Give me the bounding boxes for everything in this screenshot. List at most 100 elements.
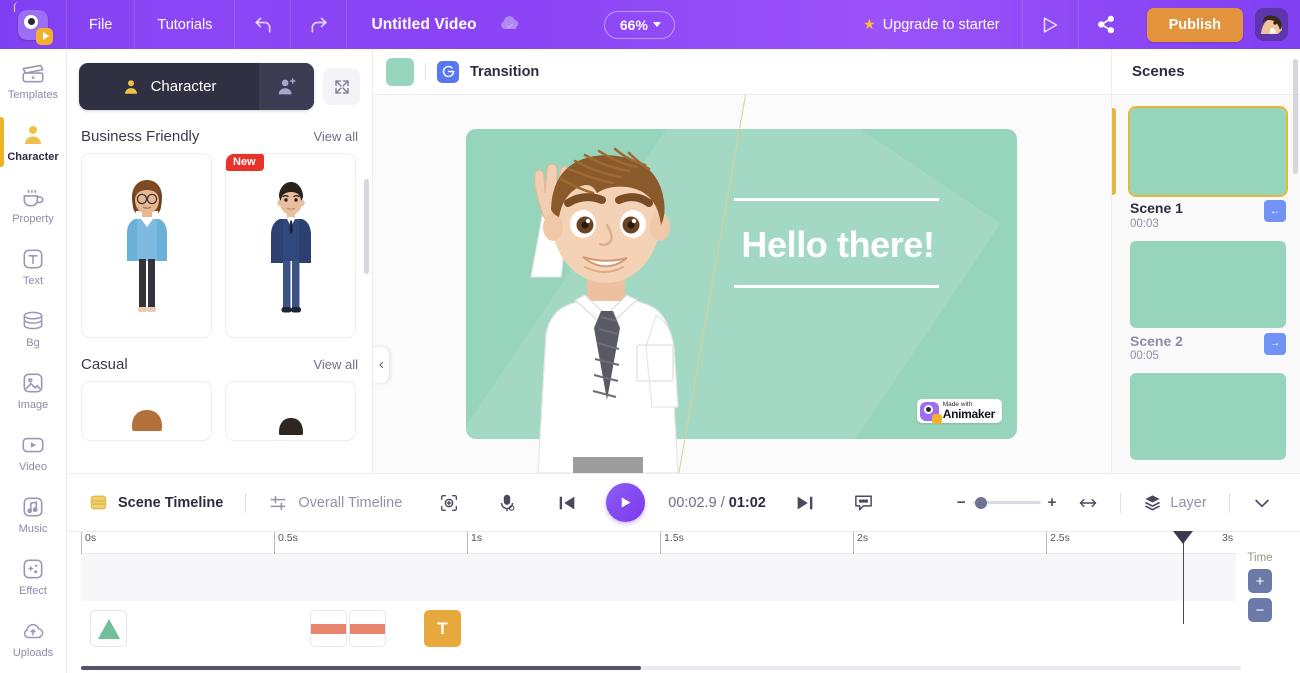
sidebar-item-templates[interactable]: Templates <box>0 49 66 111</box>
menu-tutorials[interactable]: Tutorials <box>135 0 236 49</box>
upgrade-label: Upgrade to starter <box>882 16 1000 33</box>
transition-icon[interactable] <box>437 60 459 83</box>
library-section-header: Business Friendly View all <box>67 110 372 153</box>
sidebar-item-music[interactable]: Music <box>0 483 66 545</box>
templates-icon <box>20 60 46 86</box>
sidebar-item-label: Templates <box>7 88 59 101</box>
fit-width-icon[interactable] <box>1078 493 1098 513</box>
timeline-item-clip-1[interactable] <box>310 610 347 647</box>
expand-arrows-icon[interactable] <box>323 68 360 105</box>
layer-button[interactable]: Layer <box>1143 493 1207 512</box>
document-title[interactable]: Untitled Video <box>347 16 492 34</box>
scene-item-2[interactable]: Scene 2 00:05 → <box>1130 240 1286 362</box>
preview-play-icon[interactable] <box>1023 0 1079 49</box>
character-card-casual-1[interactable] <box>81 381 212 441</box>
total-time: 01:02 <box>728 494 766 511</box>
scene-move-left-button[interactable]: ← <box>1264 200 1286 222</box>
timeline-item-character[interactable] <box>90 610 127 647</box>
transition-label: Transition <box>470 63 540 80</box>
divider <box>1120 492 1122 513</box>
upgrade-button[interactable]: ★ Upgrade to starter <box>841 0 1021 49</box>
microphone-icon[interactable] <box>496 492 518 514</box>
timeline-zoom-slider[interactable]: − + <box>957 494 1057 511</box>
app-logo[interactable] <box>0 0 67 49</box>
scene-thumbnail[interactable] <box>1128 106 1288 197</box>
time-decrease-button[interactable]: − <box>1248 598 1272 622</box>
timeline-scrollbar-thumb[interactable] <box>81 666 641 670</box>
playhead[interactable] <box>1173 531 1193 624</box>
sidebar-item-property[interactable]: Property <box>0 173 66 235</box>
scene-thumbnail[interactable] <box>1130 373 1286 460</box>
sidebar-item-image[interactable]: Image <box>0 359 66 421</box>
zoom-track[interactable] <box>972 496 1041 509</box>
canvas[interactable]: Hello there! Made with Animaker <box>373 94 1111 473</box>
undo-icon[interactable] <box>235 0 292 49</box>
character-tab[interactable]: Character <box>79 63 259 110</box>
zoom-in-button[interactable]: + <box>1048 494 1057 511</box>
view-all-link[interactable]: View all <box>313 129 358 144</box>
skip-next-icon[interactable] <box>794 492 816 514</box>
timeline-collapse-button[interactable] <box>1252 493 1272 513</box>
sidebar-item-label: Bg <box>26 336 40 349</box>
character-card-business-man[interactable]: New <box>225 153 356 338</box>
scene-timeline-icon <box>90 495 107 510</box>
animaker-mark-icon <box>919 401 942 424</box>
zoom-level-dropdown[interactable]: 66% <box>603 10 675 39</box>
character-thumb <box>270 182 311 313</box>
user-avatar[interactable] <box>1254 8 1288 41</box>
tab-scene-timeline[interactable]: Scene Timeline <box>89 493 223 512</box>
share-icon[interactable] <box>1079 0 1135 49</box>
zoom-out-button[interactable]: − <box>957 494 966 511</box>
sidebar-item-label: Music <box>18 522 48 535</box>
redo-icon[interactable] <box>291 0 348 49</box>
scene-thumbnail[interactable] <box>1130 240 1286 328</box>
tab-overall-timeline[interactable]: Overall Timeline <box>268 493 402 513</box>
image-icon <box>20 370 46 396</box>
time-increase-button[interactable]: + <box>1248 569 1272 593</box>
scene-list: Scene 1 00:03 ← Scene 2 00:05 → <box>1112 95 1300 460</box>
sidebar-item-bg[interactable]: Bg <box>0 297 66 359</box>
zoom-knob[interactable] <box>974 496 987 509</box>
uploads-icon <box>20 618 46 644</box>
scene-item-1[interactable]: Scene 1 00:03 ← <box>1112 106 1288 230</box>
scene-duration: 00:03 <box>1130 217 1159 230</box>
stage-character[interactable] <box>473 117 743 473</box>
menu-file[interactable]: File <box>67 0 136 49</box>
star-icon: ★ <box>863 16 876 32</box>
caption-bubble-icon[interactable] <box>852 491 875 514</box>
camera-focus-icon[interactable] <box>438 492 460 514</box>
library-scrollbar[interactable] <box>364 179 369 274</box>
current-time: 00:02.9 <box>668 494 717 511</box>
add-person-icon[interactable] <box>259 63 314 110</box>
ruler-tick: 2.5s <box>1046 532 1070 554</box>
top-bar: File Tutorials Untitled Video 66% ★ Upgr… <box>0 0 1300 49</box>
scenes-scrollbar[interactable] <box>1293 59 1298 174</box>
background-color-swatch[interactable] <box>386 57 414 86</box>
timeline-item-text[interactable]: T <box>424 610 461 647</box>
publish-button[interactable]: Publish <box>1146 7 1243 42</box>
logo-play-icon <box>36 27 53 45</box>
person-icon <box>124 79 137 94</box>
view-all-link[interactable]: View all <box>313 357 358 372</box>
timeline-ruler[interactable]: 0s 0.5s 1s 1.5s 2s 2.5s 3s <box>81 532 1236 554</box>
sidebar-item-effect[interactable]: Effect <box>0 545 66 607</box>
character-card-business-woman[interactable] <box>81 153 212 338</box>
sidebar-item-video[interactable]: Video <box>0 421 66 483</box>
sidebar-item-character[interactable]: Character <box>0 111 66 173</box>
scene-move-right-button[interactable]: → <box>1264 332 1286 355</box>
scene-item-3[interactable] <box>1130 373 1286 460</box>
character-card-casual-2[interactable] <box>225 381 356 441</box>
sidebar-item-uploads[interactable]: Uploads <box>0 607 66 669</box>
library-section-header-2: Casual View all <box>67 338 372 381</box>
music-icon <box>20 494 46 520</box>
timeline-item-clip-2[interactable] <box>349 610 386 647</box>
chevron-down-icon <box>1254 499 1269 507</box>
watermark-brand: Animaker <box>942 407 996 422</box>
play-button[interactable] <box>606 483 646 522</box>
timeline-track[interactable] <box>81 554 1236 601</box>
panel-collapse-button[interactable] <box>373 347 389 383</box>
skip-previous-icon[interactable] <box>556 492 578 514</box>
sidebar-item-text[interactable]: Text <box>0 235 66 297</box>
background-icon <box>20 308 46 334</box>
decor-line-bottom <box>734 285 939 288</box>
